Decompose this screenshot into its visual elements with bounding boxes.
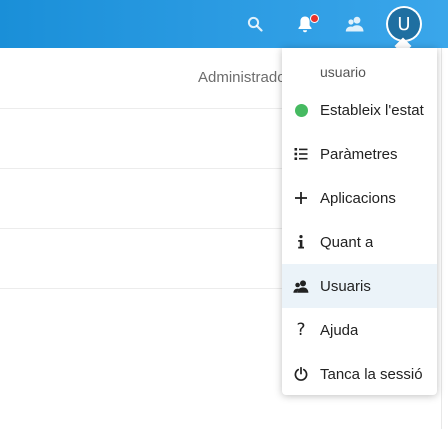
- settings-list-icon: [282, 147, 320, 161]
- menu-item-logout[interactable]: Tanca la sessió: [282, 352, 437, 395]
- menu-item-about[interactable]: Quant a: [282, 220, 437, 264]
- menu-item-label: Quant a: [320, 233, 374, 251]
- contacts-icon[interactable]: [343, 12, 367, 36]
- status-online-icon: [294, 103, 308, 117]
- divider: [441, 48, 442, 429]
- menu-item-label: Aplicacions: [320, 189, 396, 207]
- menu-item-label: Usuaris: [320, 277, 371, 295]
- divider: [0, 228, 290, 229]
- help-icon: ?: [296, 319, 306, 340]
- menu-item-apps[interactable]: Aplicacions: [282, 176, 437, 220]
- top-header-bar: U: [0, 0, 448, 48]
- menu-item-label: Ajuda: [320, 321, 359, 339]
- menu-item-set-status[interactable]: Estableix l'estat: [282, 88, 437, 132]
- menu-item-help[interactable]: ? Ajuda: [282, 308, 437, 352]
- search-icon[interactable]: [243, 12, 267, 36]
- menu-item-label: Tanca la sessió: [320, 365, 423, 383]
- notification-badge-dot: [310, 14, 319, 23]
- divider: [0, 108, 290, 109]
- users-icon: [282, 279, 320, 293]
- menu-item-settings[interactable]: Paràmetres: [282, 132, 437, 176]
- menu-item-users[interactable]: Usuaris: [282, 264, 437, 308]
- menu-item-label: Paràmetres: [320, 145, 398, 163]
- divider: [0, 168, 290, 169]
- menu-item-label: Estableix l'estat: [320, 101, 424, 119]
- menu-username: usuario: [320, 64, 366, 80]
- user-settings-menu: usuario Estableix l'estat Paràmetres Apl…: [282, 48, 437, 395]
- background-group-label: Administradors: [198, 69, 286, 86]
- divider: [0, 288, 290, 289]
- info-icon: [282, 235, 320, 249]
- user-avatar-button[interactable]: U: [386, 6, 422, 42]
- power-icon: [282, 367, 320, 381]
- plus-icon: [282, 192, 320, 204]
- avatar: U: [388, 8, 420, 40]
